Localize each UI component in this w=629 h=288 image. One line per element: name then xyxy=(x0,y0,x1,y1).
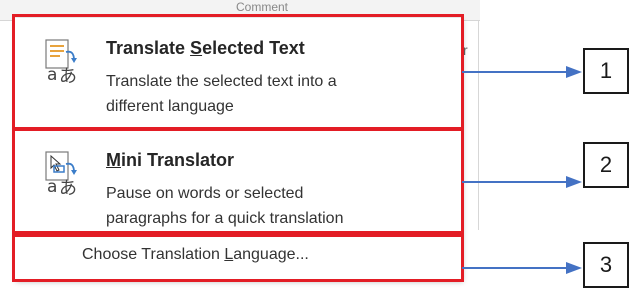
svg-text:a: a xyxy=(47,177,57,196)
mini-translator-title: Mini Translator xyxy=(106,150,235,170)
callout-number-3: 3 xyxy=(583,242,629,288)
choose-translation-language-label: Choose Translation Language... xyxy=(82,246,309,263)
callout-number-1: 1 xyxy=(583,48,629,94)
callout-arrow-1 xyxy=(462,66,582,78)
svg-text:a: a xyxy=(47,65,57,84)
menu-item-mini-translator[interactable]: a あ Mini Translator Pause on words or se… xyxy=(14,130,461,234)
menu-item-choose-translation-language[interactable]: Choose Translation Language... xyxy=(14,234,461,280)
mini-translator-description: Pause on words or selected paragraphs fo… xyxy=(106,185,344,227)
translate-selected-text-title: Translate Selected Text xyxy=(106,38,305,58)
menu-item-translate-selected-text[interactable]: a あ Translate Selected Text Translate th… xyxy=(14,18,461,130)
mini-translator-icon: a あ xyxy=(45,151,77,196)
translate-dropdown-menu: a あ Translate Selected Text Translate th… xyxy=(14,18,461,280)
callout-arrow-2 xyxy=(462,176,582,188)
callout-arrow-3 xyxy=(462,262,582,274)
ribbon-comment-label: Comment xyxy=(236,0,289,14)
background-text-fragment: r xyxy=(463,42,468,58)
callout-number-2: 2 xyxy=(583,142,629,188)
translate-selected-icon: a あ xyxy=(45,39,77,84)
translate-selected-text-description: Translate the selected text into a diffe… xyxy=(106,73,337,115)
svg-text:あ: あ xyxy=(59,178,77,196)
background-separator xyxy=(478,20,479,230)
svg-text:あ: あ xyxy=(59,66,77,84)
